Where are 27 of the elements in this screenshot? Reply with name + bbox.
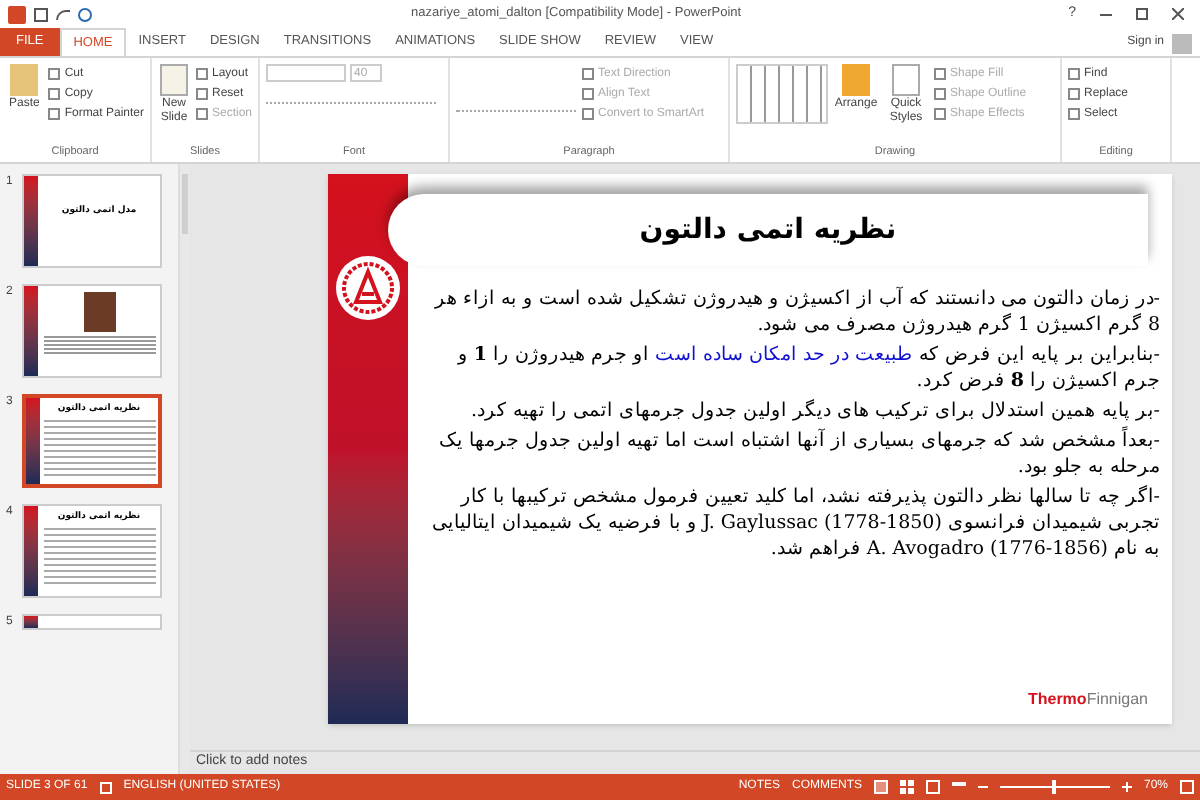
slide-paragraph: -در زمان دالتون می دانستند که آب از اکسیژن و هیدروژن تشکیل شده است و به ازاء هر 8 گرم اکسیژن 1 گرم هیدروژن مصرف می شود.	[432, 286, 1160, 338]
slide-title: نظریه اتمی دالتون	[639, 211, 897, 249]
close-icon[interactable]	[1172, 8, 1184, 20]
restore-icon[interactable]	[1136, 8, 1148, 20]
photo-placeholder	[83, 292, 115, 332]
zoom-slider[interactable]	[999, 780, 1110, 794]
zoom-out-button[interactable]	[977, 782, 988, 792]
slide-paragraph: -اگر چه تا سالها نظر دالتون پذیرفته نشد، اما کلید تعیین فرمول مشخص ترکیبها با کار تجربی شیمیدان فرانسوی J. Gaylussac (1778-1850) و با فرضیه یک شیمیدان ایتالیایی به نام A. Avogadro (1776-1856) فراهم شد.	[430, 484, 1160, 562]
zoom-slider-thumb[interactable]	[1052, 780, 1057, 794]
slide-thumbnail[interactable]	[22, 614, 162, 630]
brand-logo: ThermoFinnigan	[1027, 688, 1148, 712]
shapes-gallery-icon[interactable]	[736, 64, 828, 124]
emblem-logo-icon	[334, 254, 402, 322]
text-lines-drawing	[43, 528, 155, 588]
slide-paragraph: -بعداً مشخص شد که جرمهای بسیاری از آنها اشتباه است اما تهیه اولین جدول جرمها یک مرحله به جلو بود.	[436, 428, 1160, 480]
scrollbar[interactable]	[178, 164, 190, 774]
font-name-field[interactable]	[266, 64, 346, 82]
zoom-in-button[interactable]	[1121, 782, 1132, 792]
normal-view-icon[interactable]	[873, 780, 888, 794]
slide-icon	[159, 64, 188, 96]
powerpoint-icon	[8, 5, 26, 23]
minimize-icon[interactable]	[1100, 13, 1112, 15]
text-lines-drawing	[43, 420, 155, 480]
slide-paragraph: -بر پایه همین استدلال برای ترکیب های دیگر اولین جدول جرمهای اتمی را تهیه کرد.	[468, 398, 1160, 424]
slide-thumbnail[interactable]	[22, 284, 162, 378]
slide-sorter-icon[interactable]	[899, 780, 914, 794]
text-lines-drawing	[43, 336, 155, 356]
